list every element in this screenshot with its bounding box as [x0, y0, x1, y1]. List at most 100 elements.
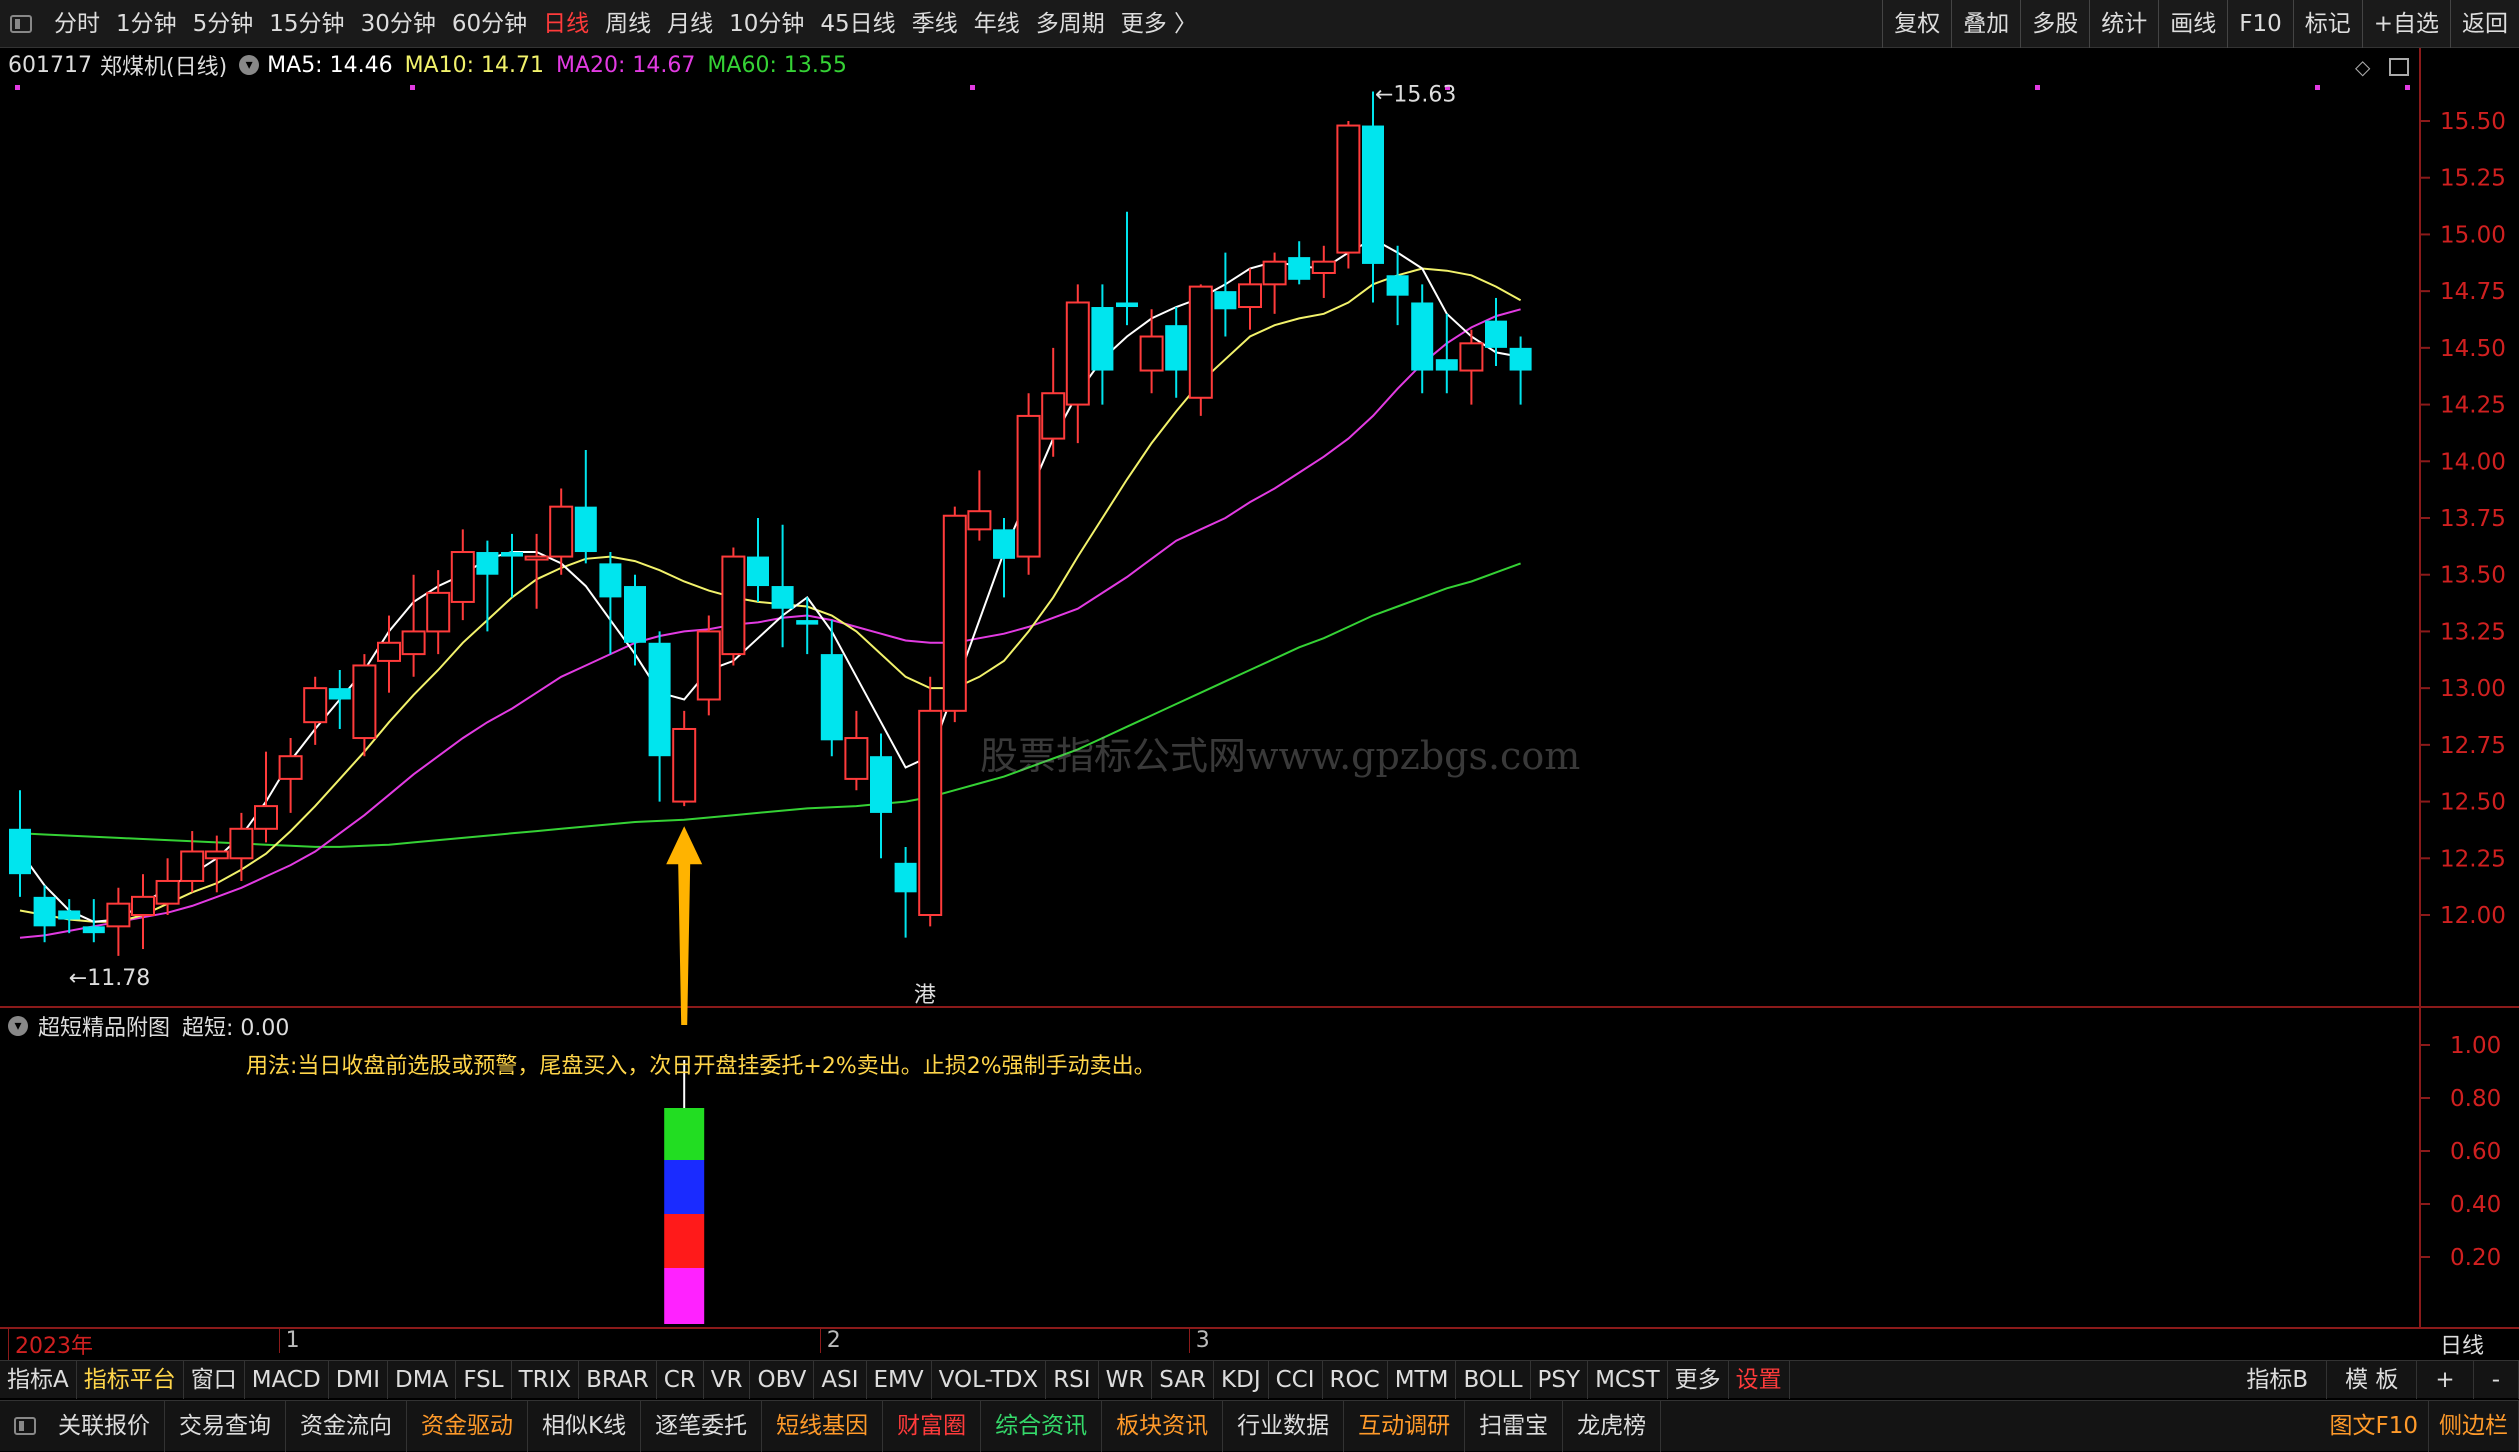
candle	[944, 507, 966, 723]
price-tick-label: 13.00	[2440, 676, 2506, 702]
diamond-icon[interactable]: ◇	[2355, 55, 2371, 79]
function-tab-2[interactable]: 资金流向	[286, 1401, 407, 1452]
indicator-tabs: 指标A指标平台窗口MACDDMIDMAFSLTRIXBRARCRVROBVASI…	[0, 1361, 1790, 1399]
indicator-tab-asi[interactable]: ASI	[814, 1361, 866, 1399]
price-tick-label: 14.50	[2440, 336, 2506, 362]
panel-toggle-icon[interactable]	[14, 1417, 36, 1435]
price-tick-label: 13.50	[2440, 563, 2506, 589]
indicator-tab-brar[interactable]: BRAR	[579, 1361, 657, 1399]
function-tab-0[interactable]: 关联报价	[44, 1401, 165, 1452]
candle-body	[919, 711, 941, 915]
indicator-tab-sar[interactable]: SAR	[1152, 1361, 1214, 1399]
candle	[649, 631, 671, 801]
indicator-tab-a[interactable]: 指标A	[0, 1361, 77, 1399]
indicator-tab-dmi[interactable]: DMI	[329, 1361, 388, 1399]
marker-dot	[2035, 85, 2040, 90]
function-tab-1[interactable]: 交易查询	[165, 1401, 286, 1452]
function-tab-7[interactable]: 财富圈	[883, 1401, 981, 1452]
indicator-right-1[interactable]: 模 板	[2327, 1361, 2417, 1399]
indicator-tab-boll[interactable]: BOLL	[1456, 1361, 1530, 1399]
time-label: 1	[279, 1328, 300, 1353]
function-right-0[interactable]: 图文F10	[2320, 1401, 2430, 1452]
marker-dot	[410, 85, 415, 90]
candle-body	[624, 586, 646, 643]
candle-body	[895, 863, 917, 892]
kline-chart[interactable]: ◇ 15.5015.2515.0014.7514.5014.2514.0013.…	[0, 0, 2519, 1360]
indicator-tab-mcst[interactable]: MCST	[1588, 1361, 1668, 1399]
candle-body	[1485, 321, 1507, 348]
function-tab-9[interactable]: 板块资讯	[1102, 1401, 1223, 1452]
candle-body	[1436, 359, 1458, 370]
indicator-tab-x66f4591a[interactable]: 更多	[1668, 1361, 1729, 1399]
maximize-icon[interactable]	[2390, 59, 2408, 75]
indicator-tab-vr[interactable]: VR	[704, 1361, 751, 1399]
indicator-tab-obv[interactable]: OBV	[750, 1361, 814, 1399]
candle	[230, 813, 252, 881]
candle	[1067, 284, 1089, 443]
price-tick-label: 15.00	[2440, 222, 2506, 248]
candle-body	[599, 563, 621, 597]
function-tab-10[interactable]: 行业数据	[1223, 1401, 1344, 1452]
candle	[599, 552, 621, 654]
candle-body	[9, 829, 31, 874]
function-right-1[interactable]: 侧边栏	[2429, 1401, 2519, 1452]
indicator-tab-psy[interactable]: PSY	[1531, 1361, 1589, 1399]
indicator-right-buttons: 指标B模 板+-	[2228, 1361, 2519, 1399]
indicator-tab-x630768075e7353f0[interactable]: 指标平台	[77, 1361, 184, 1399]
low-label: ←11.78	[69, 966, 150, 991]
function-tab-3[interactable]: 资金驱动	[407, 1401, 528, 1452]
candle-body	[304, 688, 326, 722]
indicator-tab-trix[interactable]: TRIX	[512, 1361, 580, 1399]
indicator-tab-kdj[interactable]: KDJ	[1214, 1361, 1269, 1399]
indicator-tab-x7a9753e3[interactable]: 窗口	[184, 1361, 245, 1399]
indicator-tab-cci[interactable]: CCI	[1269, 1361, 1323, 1399]
function-tab-13[interactable]: 龙虎榜	[1563, 1401, 1661, 1452]
function-tab-11[interactable]: 互动调研	[1344, 1401, 1465, 1452]
candle-body	[1067, 302, 1089, 404]
candle	[1141, 309, 1163, 393]
function-tab-5[interactable]: 逐笔委托	[641, 1401, 762, 1452]
function-right-buttons: 图文F10侧边栏	[2320, 1401, 2519, 1452]
indicator-tab-dma[interactable]: DMA	[388, 1361, 456, 1399]
sub-collapse-icon[interactable]: ▾	[8, 1016, 28, 1036]
indicator-tab-emv[interactable]: EMV	[867, 1361, 932, 1399]
candle	[845, 711, 867, 790]
candle-body	[1313, 262, 1335, 273]
indicator-tab-rsi[interactable]: RSI	[1046, 1361, 1098, 1399]
time-label: 2023年	[8, 1328, 93, 1360]
indicator-right-2[interactable]: +	[2417, 1361, 2473, 1399]
candle-body	[550, 507, 572, 557]
indicator-right-0[interactable]: 指标B	[2228, 1361, 2327, 1399]
indicator-tab-roc[interactable]: ROC	[1323, 1361, 1388, 1399]
candle	[132, 874, 154, 949]
indicator-tab-cr[interactable]: CR	[657, 1361, 704, 1399]
marker-dot	[15, 85, 20, 90]
candle-body	[698, 631, 720, 699]
marker-dot	[970, 85, 975, 90]
candle-body	[255, 806, 277, 829]
price-tick-label: 12.50	[2440, 790, 2506, 816]
indicator-tab-vol-tdx[interactable]: VOL-TDX	[932, 1361, 1047, 1399]
indicator-tab-macd[interactable]: MACD	[245, 1361, 329, 1399]
candle	[870, 734, 892, 859]
price-tick-label: 13.75	[2440, 506, 2506, 532]
buy-signal-arrow	[666, 826, 702, 1025]
function-tab-6[interactable]: 短线基因	[762, 1401, 883, 1452]
indicator-tab-x8bbe7f6e[interactable]: 设置	[1729, 1361, 1790, 1399]
candle-body	[58, 910, 80, 919]
indicator-tab-mtm[interactable]: MTM	[1388, 1361, 1457, 1399]
indicator-tab-fsl[interactable]: FSL	[456, 1361, 511, 1399]
function-tab-12[interactable]: 扫雷宝	[1465, 1401, 1563, 1452]
candle	[1337, 121, 1359, 268]
high-label: ←15.63	[1375, 83, 1456, 108]
function-tab-4[interactable]: 相似K线	[528, 1401, 641, 1452]
candle-body	[772, 586, 794, 609]
chart-annotations: ←15.63←11.78港	[69, 83, 1457, 1025]
candle	[722, 547, 744, 665]
indicator-right-3[interactable]: -	[2474, 1361, 2519, 1399]
indicator-tab-wr[interactable]: WR	[1099, 1361, 1153, 1399]
function-tab-8[interactable]: 综合资讯	[981, 1401, 1102, 1452]
candle	[1411, 284, 1433, 393]
candle-body	[722, 557, 744, 655]
candle-body	[575, 507, 597, 552]
